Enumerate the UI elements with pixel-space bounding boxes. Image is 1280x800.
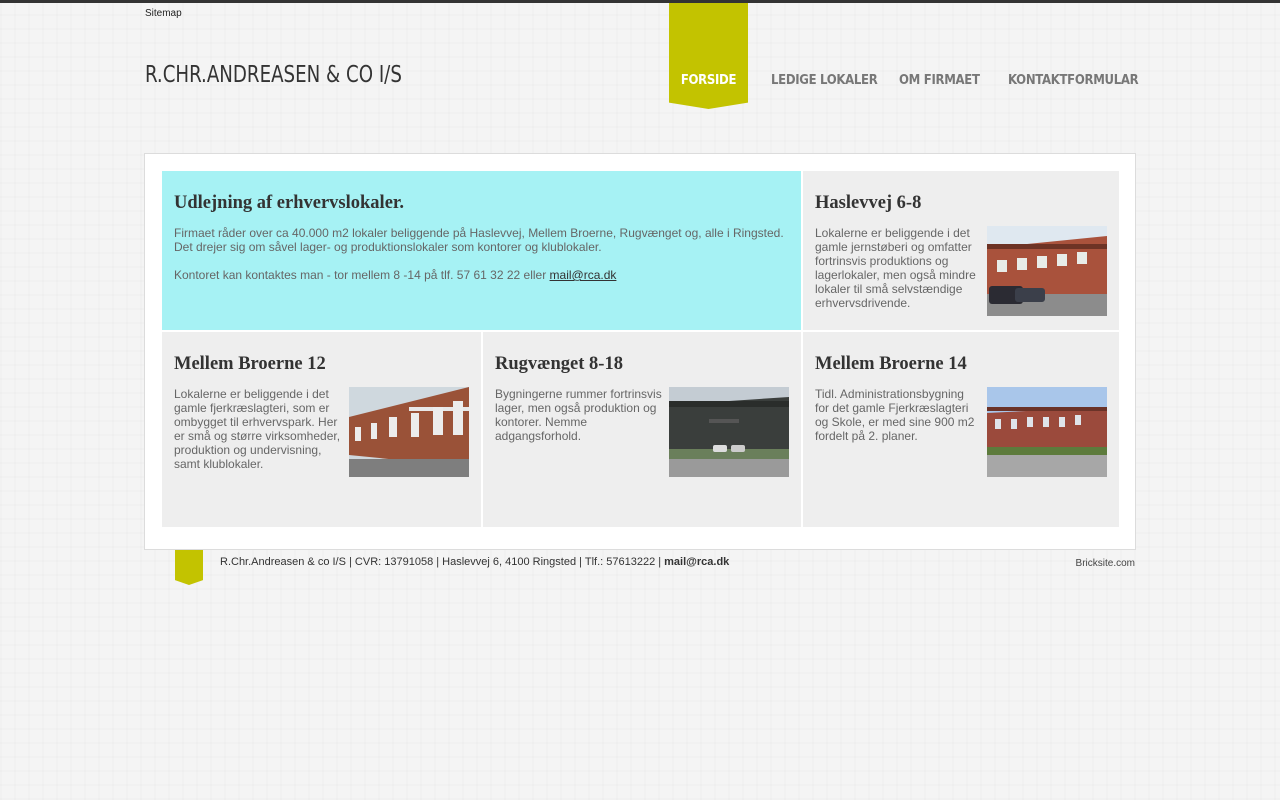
property-title[interactable]: Mellem Broerne 14 xyxy=(815,354,1107,375)
intro-box: Udlejning af erhvervslokaler. Firmaet rå… xyxy=(162,171,801,330)
intro-paragraph: Firmaet råder over ca 40.000 m2 lokaler … xyxy=(174,226,784,254)
property-box-mellem-broerne-12[interactable]: Mellem Broerne 12 Lokalerne er beliggend… xyxy=(162,332,481,527)
property-photo[interactable] xyxy=(987,387,1107,477)
property-photo[interactable] xyxy=(349,387,469,477)
content-panel: Udlejning af erhvervslokaler. Firmaet rå… xyxy=(144,153,1136,550)
property-title[interactable]: Mellem Broerne 12 xyxy=(174,354,469,375)
property-box-rugvaenget[interactable]: Rugvænget 8-18 Bygningerne rummer fortri… xyxy=(483,332,801,527)
footer-flag xyxy=(175,550,203,585)
site-logo[interactable]: R.CHR.ANDREASEN & CO I/S xyxy=(145,62,402,88)
property-text: Lokalerne er beliggende i det gamle jern… xyxy=(815,226,976,310)
intro-contact: Kontoret kan kontaktes man - tor mellem … xyxy=(174,268,789,282)
email-link[interactable]: mail@rca.dk xyxy=(550,268,617,282)
property-text: Tidl. Administrationsbygning for det gam… xyxy=(815,387,975,443)
property-text: Lokalerne er beliggende i det gamle fjer… xyxy=(174,387,341,471)
footer-email-link[interactable]: mail@rca.dk xyxy=(664,556,729,568)
sitemap-link[interactable]: Sitemap xyxy=(145,8,182,19)
property-title[interactable]: Haslevvej 6-8 xyxy=(815,193,1107,214)
property-text: Bygningerne rummer fortrinsvis lager, me… xyxy=(495,387,662,443)
intro-title: Udlejning af erhvervslokaler. xyxy=(174,193,405,213)
footer-company-info: R.Chr.Andreasen & co I/S | CVR: 13791058… xyxy=(220,556,665,568)
nav-item-label: FORSIDE xyxy=(680,73,737,88)
property-photo[interactable] xyxy=(987,226,1107,316)
property-photo[interactable] xyxy=(669,387,789,477)
intro-contact-text: Kontoret kan kontaktes man - tor mellem … xyxy=(174,268,550,282)
nav-item-label: OM FIRMAET xyxy=(899,73,980,88)
nav-item-forside[interactable]: FORSIDE xyxy=(669,3,748,109)
nav-item-label: LEDIGE LOKALER xyxy=(771,73,878,88)
bricksite-link[interactable]: Bricksite.com xyxy=(1076,558,1135,569)
top-bar xyxy=(0,0,1280,3)
property-box-mellem-broerne-14[interactable]: Mellem Broerne 14 Tidl. Administrationsb… xyxy=(803,332,1119,527)
property-box-haslevvej[interactable]: Haslevvej 6-8 Lokalerne er beliggende i … xyxy=(803,171,1119,330)
footer-info: R.Chr.Andreasen & co I/S | CVR: 13791058… xyxy=(220,556,729,568)
property-title[interactable]: Rugvænget 8-18 xyxy=(495,354,789,375)
nav-item-label: KONTAKTFORMULAR xyxy=(1008,73,1139,88)
